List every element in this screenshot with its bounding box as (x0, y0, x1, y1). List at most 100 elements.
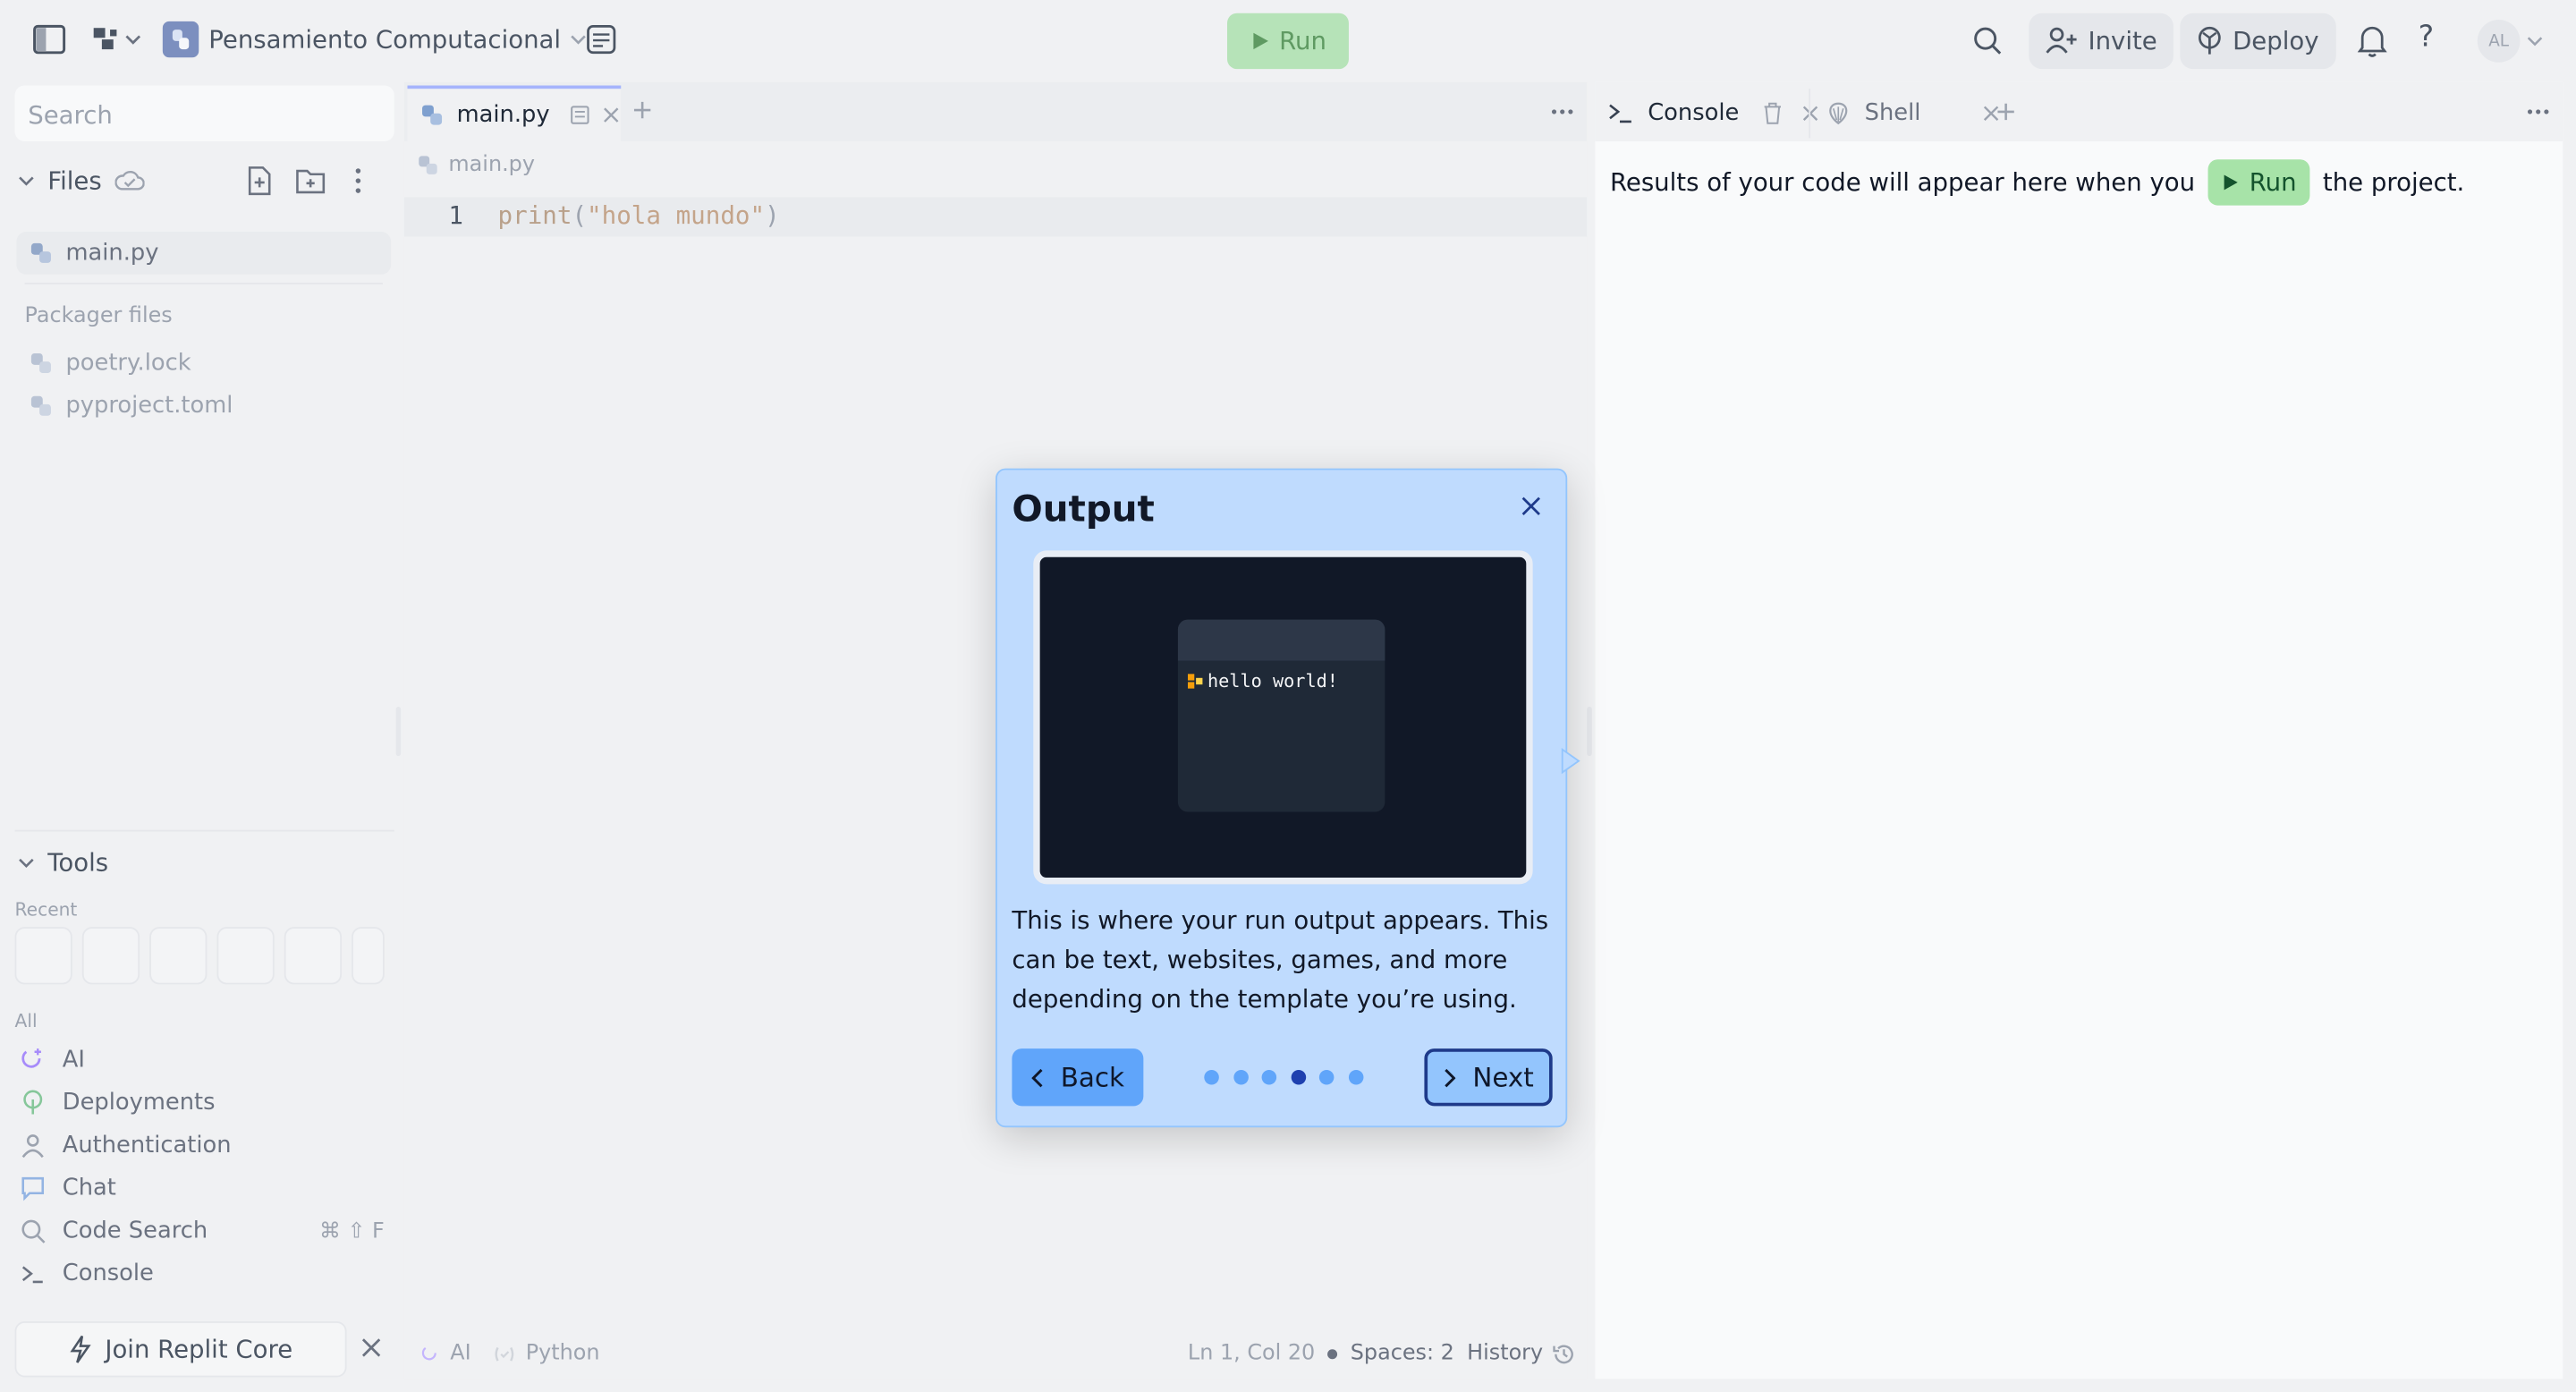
tab-shell[interactable]: Shell (1826, 86, 2000, 141)
chevron-down-icon (571, 31, 587, 47)
invite-button[interactable]: Invite (2029, 13, 2174, 70)
files-label: Files (47, 166, 102, 196)
tool-label: Console (62, 1260, 154, 1287)
terminal-icon (1608, 102, 1634, 125)
search-icon[interactable] (1973, 26, 2003, 55)
resize-handle[interactable] (395, 706, 402, 757)
tool-item-console[interactable]: Console (20, 1260, 154, 1286)
join-label: Join Replit Core (105, 1334, 293, 1364)
close-icon[interactable] (1520, 495, 1543, 518)
chevron-left-icon (1030, 1067, 1045, 1087)
deploy-button[interactable]: Deploy (2180, 13, 2335, 70)
more-options-icon[interactable] (2527, 108, 2550, 115)
recent-tool-slot[interactable] (216, 927, 275, 985)
back-button[interactable]: Back (1012, 1048, 1144, 1107)
more-options-icon[interactable] (353, 167, 363, 193)
deploy-icon (2197, 26, 2223, 55)
python-logo-icon (162, 21, 199, 58)
join-replit-core-button[interactable]: Join Replit Core (14, 1321, 347, 1378)
tool-label: Code Search (62, 1218, 208, 1244)
file-item-main-py[interactable]: main.py (16, 232, 392, 275)
sidebar-toggle-icon[interactable] (33, 24, 66, 55)
terminal-window-illustration: hello world! (1177, 619, 1385, 812)
tool-item-authentication[interactable]: Authentication (20, 1133, 232, 1159)
divider (1809, 89, 1811, 139)
tab-main-py[interactable]: main.py (407, 85, 622, 141)
project-switcher[interactable]: Pensamiento Computacional (162, 21, 588, 58)
tab-label: Console (1648, 100, 1740, 127)
recent-tool-slot[interactable] (14, 927, 72, 985)
chevron-down-icon (18, 173, 34, 189)
status-language[interactable]: Python (493, 1341, 600, 1366)
trash-icon[interactable] (1762, 102, 1782, 125)
more-options-icon[interactable] (1551, 108, 1574, 115)
close-icon[interactable] (602, 106, 618, 123)
tools-section-header[interactable]: Tools (18, 848, 108, 878)
python-file-icon (420, 104, 444, 127)
python-file-icon (30, 242, 53, 265)
file-name: poetry.lock (65, 350, 191, 377)
status-ai[interactable]: AI (420, 1341, 471, 1366)
console-message-after: the project. (2322, 167, 2465, 198)
new-file-icon[interactable] (247, 166, 273, 196)
status-ai-label: AI (450, 1341, 471, 1366)
recent-tool-slot[interactable] (81, 927, 140, 985)
console-message-before: Results of your code will appear here wh… (1609, 167, 2196, 198)
help-icon[interactable]: ? (2419, 20, 2435, 55)
progress-dot[interactable] (1233, 1069, 1248, 1085)
file-item-poetry-lock[interactable]: poetry.lock (16, 342, 391, 385)
python-file-icon (30, 395, 53, 418)
progress-dot[interactable] (1318, 1069, 1335, 1085)
tool-item-deployments[interactable]: Deployments (20, 1090, 215, 1116)
history-icon (1553, 1342, 1576, 1365)
indentation-setting[interactable]: Spaces: 2 (1327, 1341, 1454, 1366)
run-button[interactable]: Run (1227, 13, 1349, 70)
progress-dot[interactable] (1261, 1069, 1277, 1085)
tab-console[interactable]: Console (1608, 86, 1818, 141)
console-tab-bar: Console Shell (1595, 81, 2563, 141)
tool-item-code-search[interactable]: Code Search ⌘ ⇧ F (20, 1218, 385, 1244)
next-button[interactable]: Next (1424, 1048, 1553, 1107)
new-folder-icon[interactable] (296, 167, 326, 194)
tool-label: Deployments (62, 1089, 216, 1116)
progress-dot[interactable] (1290, 1069, 1306, 1085)
tour-title: Output (1012, 489, 1155, 531)
terminal-title-bar (1177, 619, 1385, 661)
tools-label: Tools (47, 847, 109, 878)
files-section-header[interactable]: Files (18, 166, 145, 196)
play-icon (1250, 31, 1269, 51)
add-tab-icon[interactable] (1996, 102, 2016, 122)
notifications-bell-icon[interactable] (2357, 25, 2387, 58)
tour-illustration: hello world! (1033, 550, 1533, 885)
lightning-icon (69, 1335, 92, 1364)
project-name: Pensamiento Computacional (208, 24, 562, 55)
cursor-position[interactable]: Ln 1, Col 20 (1188, 1341, 1315, 1366)
close-icon[interactable] (360, 1337, 383, 1360)
tool-item-chat[interactable]: Chat (20, 1176, 116, 1201)
history-label: History (1467, 1341, 1544, 1366)
code-text: print("hola mundo") (497, 200, 780, 231)
history-button[interactable]: History (1467, 1341, 1576, 1366)
tool-item-ai[interactable]: AI (20, 1047, 85, 1074)
project-info-icon[interactable] (587, 25, 616, 55)
file-name: pyproject.toml (65, 393, 233, 420)
progress-dot[interactable] (1348, 1069, 1363, 1085)
terminal-icon (20, 1260, 46, 1286)
inline-run-label: Run (2249, 167, 2297, 198)
workspace-menu-icon[interactable] (92, 25, 141, 55)
add-tab-icon[interactable] (632, 100, 652, 120)
recent-tool-slot[interactable] (352, 927, 385, 985)
keyboard-shortcut: ⌘ ⇧ F (318, 1218, 385, 1243)
inline-run-button[interactable]: Run (2207, 159, 2310, 206)
onboarding-tour-popover: Output hello world! This is where your r… (996, 468, 1568, 1128)
resize-handle[interactable] (1587, 706, 1592, 757)
lsp-icon (493, 1344, 516, 1363)
markdown-preview-icon[interactable] (570, 106, 589, 125)
tool-label: AI (62, 1047, 85, 1074)
file-item-pyproject-toml[interactable]: pyproject.toml (16, 385, 391, 428)
account-menu[interactable]: AL (2477, 20, 2543, 63)
recent-tool-slot[interactable] (149, 927, 208, 985)
recent-tool-slot[interactable] (284, 927, 343, 985)
progress-dot[interactable] (1204, 1069, 1219, 1085)
search-input[interactable]: Search (14, 85, 394, 141)
